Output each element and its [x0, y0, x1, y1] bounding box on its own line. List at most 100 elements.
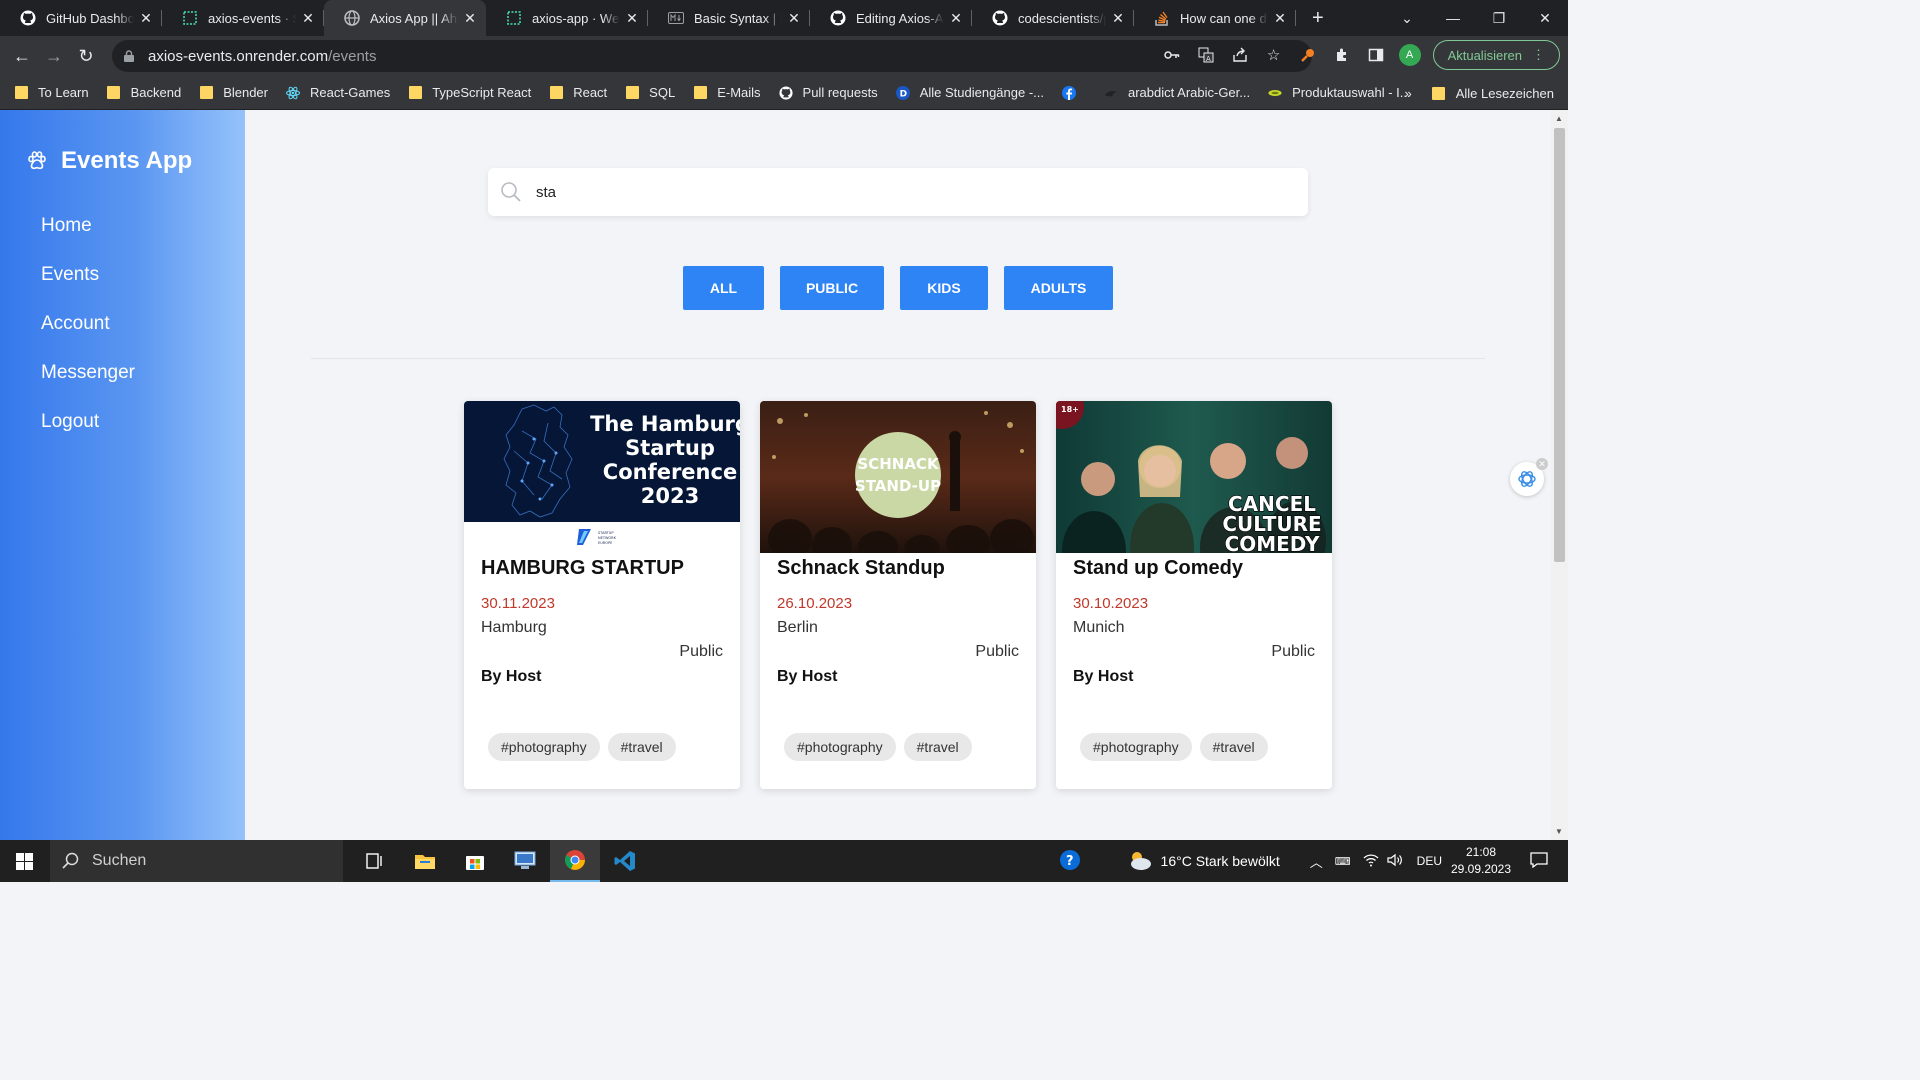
bookmark-facebook[interactable]	[1062, 85, 1086, 100]
clock[interactable]: 21:08 29.09.2023	[1446, 844, 1516, 878]
tab-how-can-one[interactable]: How can one dis ✕	[1134, 0, 1296, 36]
microsoft-store-icon[interactable]	[450, 840, 500, 882]
chrome-icon[interactable]	[550, 840, 600, 882]
tab-search-icon[interactable]: ⌄	[1384, 10, 1430, 27]
notifications-icon[interactable]	[1530, 851, 1548, 871]
vscode-icon[interactable]	[600, 840, 650, 882]
floating-extension-button[interactable]: ✕	[1510, 458, 1548, 496]
close-icon[interactable]: ✕	[462, 10, 478, 27]
windows-start-icon[interactable]	[16, 853, 33, 875]
profile-avatar[interactable]: A	[1398, 44, 1421, 66]
image-title-line: SCHNACK	[857, 455, 940, 473]
bookmark-react[interactable]: React	[549, 85, 607, 100]
scroll-up-icon[interactable]: ▲	[1555, 114, 1563, 123]
close-icon[interactable]: ✕	[138, 10, 154, 27]
back-icon[interactable]: ←	[6, 46, 38, 67]
bookmark-sql[interactable]: SQL	[625, 85, 675, 100]
sidebar-item-account[interactable]: Account	[41, 312, 135, 361]
key-icon[interactable]	[1161, 44, 1183, 66]
sidebar-item-events[interactable]: Events	[41, 263, 135, 312]
input-method-icon[interactable]: ⌨	[1335, 855, 1351, 868]
window-close-icon[interactable]: ✕	[1522, 10, 1568, 27]
filter-kids-button[interactable]: KIDS	[900, 266, 988, 310]
task-view-icon[interactable]	[350, 840, 400, 882]
scrollbar-thumb[interactable]	[1554, 128, 1565, 562]
minimize-icon[interactable]: —	[1430, 10, 1476, 26]
close-icon[interactable]: ✕	[1272, 10, 1288, 27]
weather-label[interactable]: 16°C Stark bewölkt	[1161, 853, 1280, 869]
bookmark-typescript-react[interactable]: TypeScript React	[408, 85, 531, 100]
tag-chip[interactable]: #photography	[488, 733, 600, 761]
tag-chip[interactable]: #travel	[1199, 733, 1268, 761]
remote-desktop-icon[interactable]	[500, 840, 550, 882]
bookmark-arabdict[interactable]: arabdict Arabic-Ger...	[1104, 85, 1250, 100]
share-icon[interactable]	[1229, 44, 1251, 66]
bookmark-backend[interactable]: Backend	[107, 85, 181, 100]
wifi-icon[interactable]	[1363, 853, 1379, 870]
forward-icon[interactable]: →	[38, 46, 70, 67]
close-icon[interactable]: ✕	[948, 10, 964, 27]
sidebar-item-logout[interactable]: Logout	[41, 410, 135, 459]
tab-basic-syntax[interactable]: Basic Syntax | Ma ✕	[648, 0, 810, 36]
tab-github-dashboard[interactable]: GitHub Dashboard ✕	[0, 0, 162, 36]
tag-chip[interactable]: #travel	[607, 733, 676, 761]
translate-icon[interactable]: A	[1195, 44, 1217, 66]
scroll-down-icon[interactable]: ▼	[1555, 827, 1563, 836]
logo-text: NETWORK	[598, 536, 617, 540]
tab-axios-app[interactable]: Axios App || Ahm ✕	[324, 0, 486, 36]
tray-overflow-icon[interactable]: ︿	[1310, 852, 1323, 871]
clock-time: 21:08	[1465, 845, 1497, 859]
toolbar-actions: A ☆ A Aktualisieren ⋮	[1161, 40, 1560, 70]
event-card[interactable]: The Hamburg Startup Conference 2023 STAR…	[464, 401, 740, 789]
filter-adults-button[interactable]: ADULTS	[1004, 266, 1113, 310]
event-image: 18+ CANCEL CULTURE COMEDY	[1056, 401, 1332, 553]
close-icon[interactable]: ✕	[624, 10, 640, 27]
bookmarks-overflow-button[interactable]: »	[1404, 86, 1411, 101]
event-card[interactable]: SCHNACK STAND-UP Schnack Standup 26.10.2…	[760, 401, 1036, 789]
bookmark-react-games[interactable]: React-Games	[286, 85, 390, 100]
reload-icon[interactable]: ↻	[70, 46, 102, 67]
tag-chip[interactable]: #photography	[1080, 733, 1192, 761]
tab-axios-app-web[interactable]: axios-app · Web ✕	[486, 0, 648, 36]
more-icon[interactable]: ⋮	[1532, 47, 1545, 63]
bookmark-blender[interactable]: Blender	[199, 85, 268, 100]
address-bar[interactable]: axios-events.onrender.com/events	[112, 40, 1312, 72]
bookmark-produktauswahl[interactable]: Produktauswahl - I...	[1268, 85, 1411, 100]
tab-editing-axios[interactable]: Editing Axios-Ap ✕	[810, 0, 972, 36]
event-date: 30.10.2023	[1073, 595, 1149, 612]
new-tab-button[interactable]: +	[1312, 7, 1324, 30]
filter-all-button[interactable]: ALL	[683, 266, 764, 310]
all-bookmarks[interactable]: Alle Lesezeichen	[1432, 86, 1554, 101]
file-explorer-icon[interactable]	[400, 840, 450, 882]
bookmark-to-learn[interactable]: To Learn	[14, 85, 89, 100]
extension-orange-icon[interactable]	[1297, 44, 1319, 66]
brand[interactable]: Events App	[27, 147, 192, 175]
bookmark-pull-requests[interactable]: Pull requests	[778, 85, 878, 100]
event-card[interactable]: 18+ CANCEL CULTURE COMEDY Stand up Comed…	[1056, 401, 1332, 789]
sidebar-item-messenger[interactable]: Messenger	[41, 361, 135, 410]
restore-icon[interactable]: ❐	[1476, 10, 1522, 27]
side-panel-icon[interactable]	[1365, 44, 1387, 66]
close-icon[interactable]: ✕	[1536, 458, 1548, 470]
help-icon[interactable]: ?	[1059, 849, 1081, 874]
tag-chip[interactable]: #photography	[784, 733, 896, 761]
extensions-icon[interactable]	[1331, 44, 1353, 66]
volume-icon[interactable]	[1387, 853, 1403, 870]
bookmark-e-mails[interactable]: E-Mails	[693, 85, 761, 100]
tab-codescientists[interactable]: codescientists/pi ✕	[972, 0, 1134, 36]
tag-chip[interactable]: #travel	[903, 733, 972, 761]
close-icon[interactable]: ✕	[300, 10, 316, 27]
star-icon[interactable]: ☆	[1263, 44, 1285, 66]
sidebar-item-home[interactable]: Home	[41, 214, 135, 263]
update-button[interactable]: Aktualisieren ⋮	[1432, 40, 1560, 70]
taskbar-search[interactable]: Suchen	[50, 840, 343, 882]
page-scrollbar[interactable]: ▲ ▼	[1551, 110, 1568, 840]
tab-axios-events[interactable]: axios-events · St ✕	[162, 0, 324, 36]
filter-public-button[interactable]: PUBLIC	[780, 266, 884, 310]
language-indicator[interactable]: DEU	[1417, 854, 1442, 868]
bookmark-studiengaenge[interactable]: D Alle Studiengänge -...	[895, 85, 1044, 100]
close-icon[interactable]: ✕	[1110, 10, 1126, 27]
search-input[interactable]	[536, 183, 1236, 201]
close-icon[interactable]: ✕	[786, 10, 802, 27]
event-date: 26.10.2023	[777, 595, 853, 612]
